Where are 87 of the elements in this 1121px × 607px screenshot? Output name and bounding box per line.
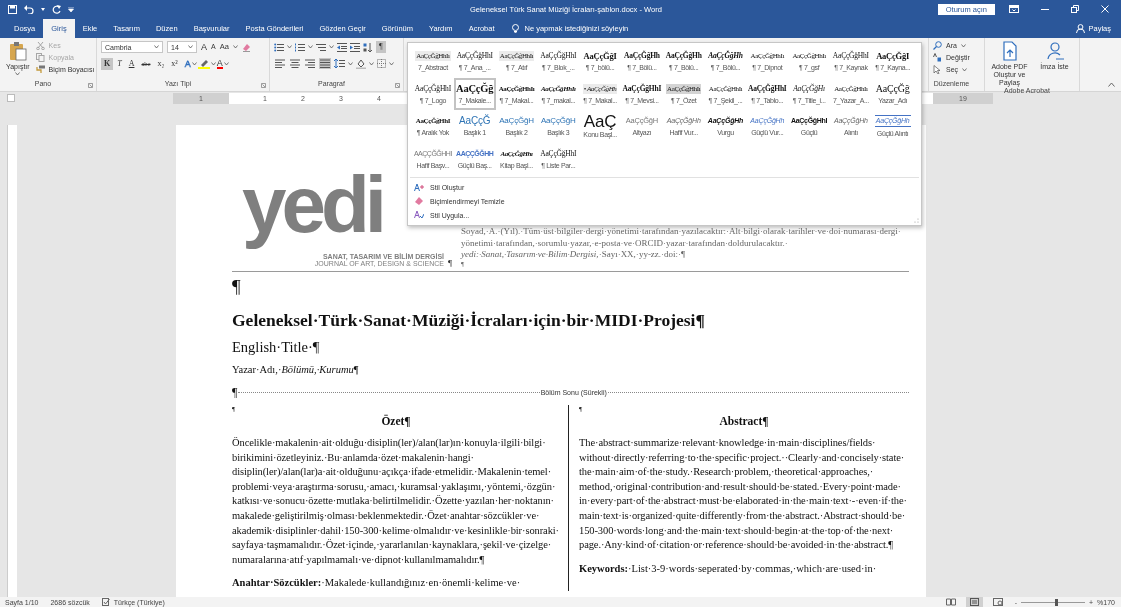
pdf-share-icon [1000, 41, 1019, 61]
style-sample: AaÇçĞ [458, 116, 492, 127]
keywords-line: Keywords:·List·3-9·words·seperated·by·commas,·which·are·used·in· [579, 561, 878, 576]
style-sample: AaÇçĞğI [875, 51, 911, 62]
format-button[interactable]: x² [168, 58, 181, 70]
caret-icon [191, 62, 197, 66]
header-journal-line: yedi:·Sanat,·Tasarım·ve·Bilim·Dergisi,·Sayı·XX,·yy-zz.·doi:·¶ [461, 249, 687, 261]
undo-icon[interactable] [24, 4, 34, 14]
style-sample: AaÇ [582, 114, 618, 128]
multilevel-list-icon[interactable] [316, 42, 326, 52]
cursor-icon [933, 65, 942, 74]
replace-icon [933, 53, 942, 62]
format-button[interactable]: A [125, 58, 138, 70]
logo-wordmark: yedi [242, 159, 384, 251]
line-spacing-icon[interactable] [334, 59, 345, 68]
author-line: Yazar·Adı,·Bölümü,·Kurumu¶ [232, 364, 360, 375]
zoom-slider-thumb[interactable] [1055, 598, 1059, 606]
search-icon [933, 41, 942, 50]
style-sample: AaÇçĞğ [874, 83, 911, 94]
clear-formatting-icon[interactable] [241, 42, 251, 52]
save-icon[interactable] [8, 4, 17, 14]
paragraph-mark: ¶ [232, 276, 242, 298]
caret-icon [287, 45, 292, 49]
caret-icon [188, 45, 193, 49]
caret-icon [223, 62, 229, 66]
format-button[interactable]: T [114, 58, 125, 70]
font-color-button[interactable]: A [216, 59, 223, 69]
english-title: English·Title·¶ [232, 339, 321, 356]
restore-icon[interactable] [1071, 5, 1079, 13]
sort-icon[interactable] [363, 42, 373, 52]
read-mode-icon[interactable] [945, 598, 956, 606]
show-marks-button[interactable]: ¶ [376, 41, 386, 53]
signature-person-icon [1045, 41, 1064, 61]
numbering-icon[interactable] [295, 42, 305, 52]
increase-indent-icon[interactable] [350, 42, 360, 52]
caret-icon [960, 43, 966, 48]
paragraph-mark: ¶ [232, 385, 238, 400]
person-icon [1076, 24, 1086, 33]
style-sample: AaÇçĞğH [498, 116, 535, 127]
align-left-icon[interactable] [275, 59, 285, 68]
ribbon-display-icon[interactable] [1009, 5, 1019, 13]
caret-icon [348, 61, 353, 66]
caret-icon [962, 67, 968, 72]
caret-icon [389, 61, 394, 66]
caret-icon [369, 61, 374, 66]
grow-font-button[interactable]: A [201, 42, 207, 52]
format-button[interactable]: K [101, 58, 114, 70]
caret-icon [308, 45, 313, 49]
caret-icon [232, 45, 238, 49]
web-layout-icon[interactable] [992, 598, 1003, 606]
caret-icon [210, 62, 216, 66]
new-style-icon [414, 182, 424, 192]
caret-icon[interactable] [41, 7, 45, 11]
paragraph-mark: ¶ [448, 259, 453, 268]
align-center-icon[interactable] [290, 59, 300, 68]
alignment-button[interactable] [319, 58, 331, 69]
keywords-line: Anahtar·Sözcükler:·Makalede·kullandığınız·en·önemli·kelime·ve· [232, 576, 522, 591]
proofing-icon[interactable] [101, 598, 110, 606]
document-title: Geleneksel·Türk·Sanat·Müziği·İcraları·için·bir·MIDI·Projesi¶ [232, 310, 706, 331]
apply-style-icon [414, 210, 424, 220]
caret-icon [15, 72, 21, 76]
style-sample: AaÇçĞğI [582, 51, 618, 62]
borders-icon[interactable] [377, 59, 386, 68]
highlighter-icon[interactable] [197, 59, 210, 69]
lightbulb-icon [512, 24, 520, 33]
shading-icon[interactable] [356, 58, 366, 69]
caret-icon [329, 45, 334, 49]
text-effects-button[interactable]: A [184, 59, 191, 69]
eraser-icon [414, 196, 424, 206]
format-button[interactable]: x₂ [154, 58, 168, 70]
decrease-indent-icon[interactable] [337, 42, 347, 52]
column-heading: Abstract¶ [718, 414, 770, 428]
column-heading: Özet¶ [380, 414, 412, 428]
style-sample: AaÇçĞğ [455, 83, 495, 94]
collapse-ribbon-icon[interactable] [1108, 82, 1115, 87]
clipboard-icon [8, 41, 27, 61]
align-right-icon[interactable] [305, 59, 315, 68]
print-layout-button[interactable] [965, 597, 983, 607]
style-sample: AaÇçĞğH [539, 116, 577, 127]
caret-icon [154, 45, 159, 49]
abstract-paragraph: Öncelikle·makalenin·ait·olduğu·disiplin(ler)/alan(lar)ın·konuyla·ilgili·bilgi·birikimini·özetleyiniz.·Bu·anlamda·özet·makalenin·hangi·disiplin(ler)/alan(lar)a·ait·olduğunu·açıkça·ifade·etmelidir.·Makalenin·temel·problemi·veya·araştırma·sorusu,·amacı,·kuramsal·yaklaşımı,·yöntemi,·özgün·katkısı·ve·sonucu·özette·mutlaka·belirtilmelidir.·Özette·yazılan·her·noktanın·makalede·geliştirilmiş·olması·beklenmektedir.·Özet·anahtar·sözcükler·ve·akademik·disiplinler·dahil·150-300·kelime·olmalıdır·ve·kesinlikle·bir·sonraki·sayfaya·taşmamalıdır.·Özet·içinde,·yararlanılan·kaynaklara,·şekil·ve·çizelge·numaralarına·atıf·yapılmamalı·ve·dipnot·kullanılmamalıdır.¶ [232, 436, 560, 567]
customize-caret-icon[interactable] [68, 6, 74, 12]
abstract-paragraph: The·abstract·summarize·relevant·knowledge·in·main·disciplines/fields·without·directly·referring·to·the·specific·project.··Clearly·and·concisely·state·the·main·aim·of·the·study.·Research·problem,·theoretical·approaches,·method,·original·contribution·and·result·should·be·stated.·Every·point·made·in·every·part·of·the·abstract·must·be·elaborated·in·the·main·text·-·even·if·the·main·text·is·organized·quite·differently·from·the·abstract.·Abstract·should·be·150-300·words·long·and·the·main·text·should·begin·at·the·top·of·the·next·page.·Any·kind·of·citation·or·reference·should·be·avoided·in·the·abstract.¶ [579, 436, 908, 553]
page-icon [969, 598, 979, 606]
close-icon[interactable] [1101, 5, 1109, 13]
redo-icon[interactable] [52, 4, 61, 14]
bullets-icon[interactable] [274, 42, 284, 52]
